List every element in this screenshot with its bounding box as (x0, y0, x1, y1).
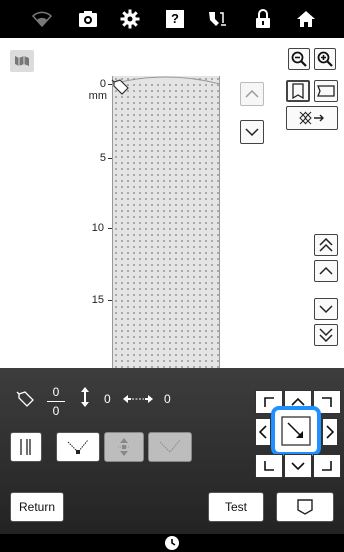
top-bar: ? (0, 0, 344, 38)
needle-icon[interactable] (205, 7, 229, 31)
help-icon[interactable]: ? (163, 7, 187, 31)
test-button[interactable]: Test (208, 492, 264, 522)
vertical-arrow-icon (81, 387, 89, 407)
chevron-down-icon (319, 305, 333, 314)
set-button[interactable] (276, 492, 334, 522)
zoom-out-button[interactable] (288, 48, 310, 70)
home-icon[interactable] (294, 7, 318, 31)
chevron-down-icon (245, 128, 259, 137)
ruler-label-10: 10 (91, 222, 104, 234)
line-up-button[interactable] (314, 260, 338, 282)
pencil-marker-icon (111, 79, 129, 95)
portrait-frame-icon (292, 83, 304, 99)
lock-icon[interactable] (251, 7, 275, 31)
ruler-label-15: 15 (91, 294, 104, 306)
camera-icon[interactable] (76, 7, 100, 31)
move-down-right-button[interactable] (271, 406, 321, 456)
landscape-frame-icon (317, 85, 335, 97)
length-value: 0 (104, 392, 111, 406)
clock-icon[interactable] (164, 535, 180, 551)
corner-up-right-icon (322, 397, 332, 407)
zoom-out-icon (291, 51, 307, 67)
settings-panel: 0 0 0 0 Return Test (0, 368, 344, 534)
move-left-button[interactable] (255, 418, 271, 446)
page-up-button[interactable] (314, 234, 338, 256)
corner-down-left-icon (264, 461, 274, 471)
delete-node-icon (159, 439, 181, 453)
move-right-button[interactable] (322, 418, 338, 446)
double-chevron-up-icon (319, 238, 333, 252)
single-line-icon (20, 439, 31, 455)
pattern-repeat-button[interactable] (286, 106, 338, 130)
pattern-repeat-icon (299, 111, 324, 125)
line-down-button[interactable] (314, 298, 338, 320)
double-chevron-down-icon (319, 328, 333, 342)
page-down-button[interactable] (314, 324, 338, 346)
embroidery-edit-screen: ? 0 mm 5 10 15 0 0 0 0 Return Test (0, 0, 344, 552)
portrait-frame-button[interactable] (286, 80, 310, 102)
delete-point-button[interactable] (148, 432, 192, 462)
stitch-preview-area[interactable] (112, 76, 220, 368)
ruler-label-0: 0 (99, 78, 106, 90)
gear-icon[interactable] (118, 7, 142, 31)
ruler-unit: mm (88, 90, 107, 102)
zoom-in-button[interactable] (314, 48, 336, 70)
chevron-up-icon (245, 89, 259, 98)
bottom-bar (0, 534, 344, 552)
wifi-icon[interactable] (30, 7, 54, 31)
move-vertical-icon (118, 438, 130, 456)
diagonal-arrow-icon (281, 416, 311, 446)
single-line-button[interactable] (10, 432, 42, 462)
fraction-bar (47, 401, 65, 402)
ruler-label-5: 5 (99, 152, 106, 164)
width-numerator: 0 (52, 385, 60, 399)
pencil-icon (16, 391, 34, 407)
main-area: 0 mm 5 10 15 (0, 38, 344, 368)
width-denominator: 0 (52, 404, 60, 418)
corner-up-left-icon (264, 397, 274, 407)
chevron-down-icon (291, 462, 305, 471)
scroll-down-button[interactable] (240, 120, 264, 144)
pattern-view-button[interactable] (10, 50, 34, 72)
corner-down-right-icon (322, 461, 332, 471)
horizontal-arrow-icon (123, 395, 153, 403)
zoom-in-icon (317, 51, 333, 67)
move-down-right-corner-button[interactable] (313, 454, 341, 478)
scroll-up-button[interactable] (240, 82, 264, 106)
spacing-value: 0 (164, 392, 171, 406)
chevron-left-icon (258, 425, 267, 439)
chevron-right-icon (326, 425, 335, 439)
corner-mode-button[interactable] (56, 432, 100, 462)
move-point-button[interactable] (104, 432, 144, 462)
return-button[interactable]: Return (10, 492, 64, 522)
map-icon (15, 56, 29, 66)
embroidery-frame-icon (297, 499, 313, 515)
landscape-frame-button[interactable] (314, 80, 338, 102)
move-down-button[interactable] (284, 454, 312, 478)
corner-node-icon (67, 439, 89, 454)
move-down-left-button[interactable] (255, 454, 283, 478)
chevron-up-icon (319, 266, 333, 275)
